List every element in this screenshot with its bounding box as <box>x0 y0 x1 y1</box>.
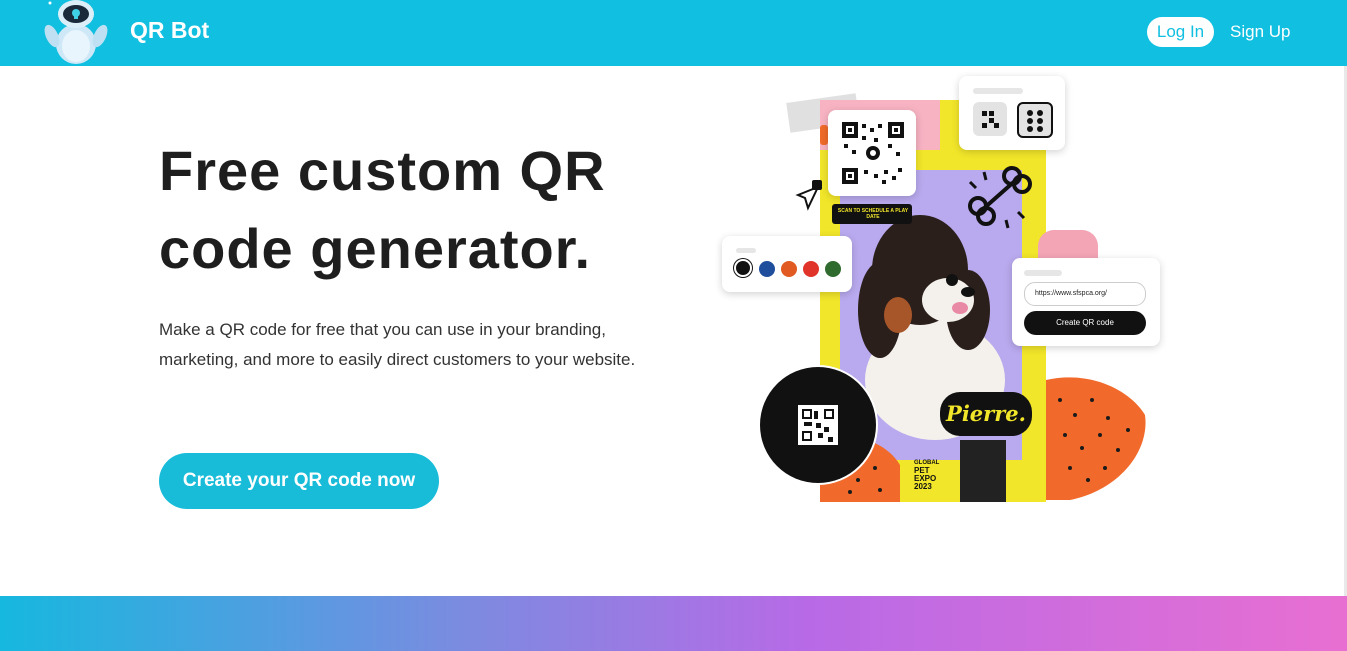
color-picker-card <box>722 236 852 292</box>
robot-logo-icon[interactable] <box>40 0 112 66</box>
qr-code-card <box>828 110 916 196</box>
scan-tag-text: SCAN TO SCHEDULE A PLAY DATE <box>837 208 909 220</box>
url-input[interactable]: https://www.sfspca.org/ <box>1024 282 1146 306</box>
pet-name-tag: Pierre. <box>946 401 1026 426</box>
cursor-arrow-icon <box>795 185 821 211</box>
signup-link[interactable]: Sign Up <box>1230 17 1290 47</box>
top-navigation-bar: QR Bot Log In Sign Up <box>0 0 1347 66</box>
swatch-orange[interactable] <box>781 261 797 277</box>
qr-badge-circle <box>760 367 876 483</box>
section-gradient-band <box>0 596 1347 651</box>
expo-text: GLOBAL PET EXPO 2023 <box>914 459 962 491</box>
qr-mini-icon <box>798 405 838 445</box>
square-pattern-icon <box>982 111 999 128</box>
hero-headline: Free custom QR code generator. <box>159 139 606 280</box>
hero-description: Make a QR code for free that you can use… <box>159 320 636 369</box>
swatch-blue[interactable] <box>759 261 775 277</box>
create-qr-cta-button[interactable]: Create your QR code now <box>159 453 439 509</box>
login-button[interactable]: Log In <box>1147 17 1214 47</box>
brand-name[interactable]: QR Bot <box>130 17 209 44</box>
qr-code-icon <box>842 122 904 184</box>
pattern-option-square[interactable] <box>973 102 1007 136</box>
hero-illustration: https://www.sfspca.org/ Create QR code S… <box>720 70 1190 510</box>
expo-line-4: 2023 <box>914 482 932 491</box>
swatch-green[interactable] <box>825 261 841 277</box>
dot-pattern-icon <box>1027 110 1043 132</box>
pattern-option-dots[interactable] <box>1017 102 1053 138</box>
url-form-card: https://www.sfspca.org/ Create QR code <box>1012 258 1160 346</box>
pattern-style-card <box>959 76 1065 150</box>
swatch-red[interactable] <box>803 261 819 277</box>
swatch-black[interactable] <box>736 261 750 275</box>
create-qr-code-button[interactable]: Create QR code <box>1024 311 1146 335</box>
